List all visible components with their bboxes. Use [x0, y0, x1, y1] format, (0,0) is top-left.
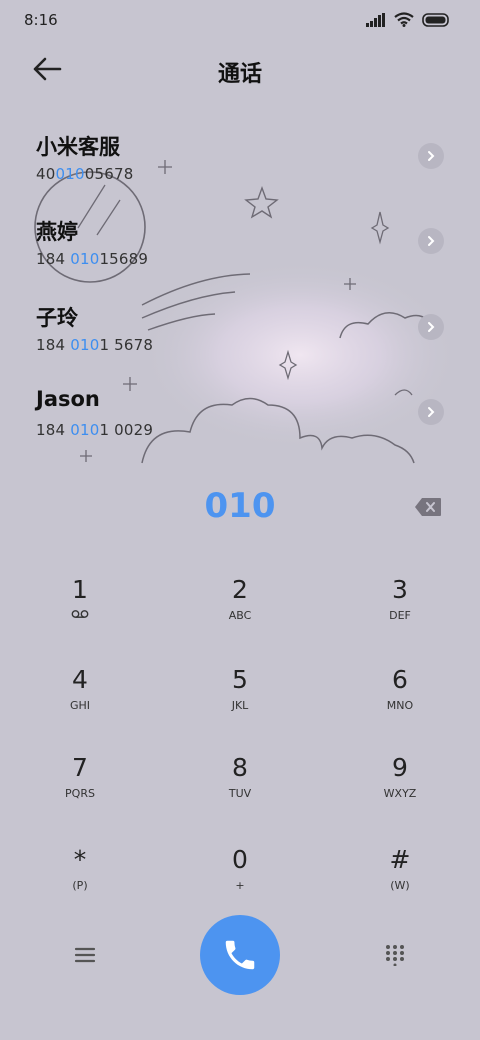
key-8[interactable]: 8 TUV: [160, 753, 320, 839]
key-digit: *: [73, 845, 87, 874]
key-digit: 9: [392, 753, 408, 782]
key-digit: 3: [392, 575, 408, 604]
contact-item-2[interactable]: 燕婷 184 01015689: [0, 216, 480, 296]
status-icons: [366, 12, 450, 27]
contact-item-4[interactable]: Jason 184 0101 0029: [0, 387, 480, 467]
key-letters: (P): [72, 879, 88, 892]
key-4[interactable]: 4 GHI: [0, 665, 160, 751]
voicemail-icon: [0, 609, 160, 623]
page-title: 通话: [217, 62, 262, 87]
key-digit: #: [389, 845, 411, 874]
menu-icon[interactable]: [74, 946, 96, 964]
contact-number: 4001005678: [36, 165, 134, 183]
chevron-right-icon: [428, 236, 435, 246]
signal-icon: [366, 12, 385, 27]
chevron-right-icon: [428, 322, 435, 332]
wifi-icon: [394, 12, 414, 27]
key-digit: 0: [232, 845, 248, 874]
key-7[interactable]: 7 PQRS: [0, 753, 160, 839]
key-digit: 8: [232, 753, 248, 782]
contact-detail-button[interactable]: [418, 314, 444, 340]
key-digit: 6: [392, 665, 408, 694]
key-letters: +: [235, 879, 245, 892]
contact-number: 184 01015689: [36, 250, 149, 268]
phone-icon: [225, 940, 255, 970]
key-digit: 7: [72, 753, 88, 782]
key-letters: ABC: [228, 609, 252, 622]
chevron-right-icon: [428, 407, 435, 417]
dialpad-icon[interactable]: [384, 944, 406, 966]
key-9[interactable]: 9 WXYZ: [320, 753, 480, 839]
key-digit: 2: [232, 575, 248, 604]
key-1[interactable]: 1: [0, 575, 160, 661]
key-letters: GHI: [69, 699, 91, 712]
contact-item-3[interactable]: 子玲 184 0101 5678: [0, 302, 480, 382]
key-digit: 4: [72, 665, 88, 694]
key-letters: WXYZ: [383, 787, 417, 800]
dialed-number: 010: [204, 486, 276, 526]
contact-detail-button[interactable]: [418, 228, 444, 254]
key-5[interactable]: 5 JKL: [160, 665, 320, 751]
contact-detail-button[interactable]: [418, 143, 444, 169]
key-3[interactable]: 3 DEF: [320, 575, 480, 661]
key-letters: TUV: [228, 787, 252, 800]
key-letters: MNO: [386, 699, 414, 712]
key-2[interactable]: 2 ABC: [160, 575, 320, 661]
contact-name: 子玲: [36, 306, 78, 330]
contact-number: 184 0101 0029: [36, 421, 154, 439]
backspace-icon[interactable]: [414, 497, 442, 517]
contact-detail-button[interactable]: [418, 399, 444, 425]
key-letters: DEF: [389, 609, 411, 622]
key-letters: PQRS: [65, 787, 95, 800]
key-star[interactable]: * (P): [0, 845, 160, 931]
key-letters: JKL: [231, 699, 249, 712]
chevron-right-icon: [428, 151, 435, 161]
status-bar: 8:16: [0, 0, 480, 42]
contact-name: 小米客服: [36, 135, 120, 159]
key-hash[interactable]: # (W): [320, 845, 480, 931]
call-button[interactable]: [200, 915, 280, 995]
key-digit: 1: [72, 575, 88, 604]
contact-name: 燕婷: [36, 220, 78, 244]
key-digit: 5: [232, 665, 248, 694]
battery-icon: [422, 12, 449, 27]
status-time: 8:16: [24, 11, 58, 29]
contact-name: Jason: [36, 387, 100, 411]
contact-number: 184 0101 5678: [36, 336, 154, 354]
contact-item-1[interactable]: 小米客服 4001005678: [0, 131, 480, 211]
key-6[interactable]: 6 MNO: [320, 665, 480, 751]
key-letters: (W): [390, 879, 410, 892]
